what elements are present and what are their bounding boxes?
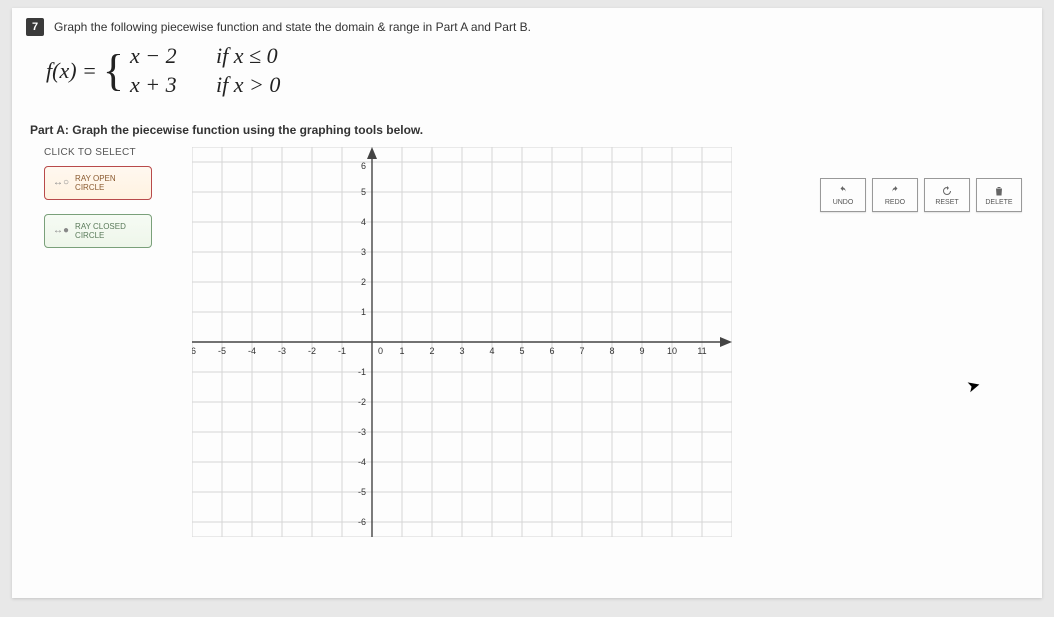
delete-label: DELETE: [985, 199, 1012, 206]
graph-container: -6 -5 -4 -3 -2 -1 0 1 2 3 4 5 6 7 8 9 10: [192, 147, 732, 542]
svg-text:-6: -6: [192, 346, 196, 356]
undo-label: UNDO: [833, 199, 854, 206]
trash-icon: [993, 185, 1005, 197]
svg-text:1: 1: [399, 346, 404, 356]
redo-button[interactable]: REDO: [872, 178, 918, 212]
redo-label: REDO: [885, 199, 905, 206]
svg-text:0: 0: [378, 346, 383, 356]
ray-closed-icon: ↔●: [53, 225, 69, 237]
x-tick-labels: -6 -5 -4 -3 -2 -1 0 1 2 3 4 5 6 7 8 9 10: [192, 346, 707, 356]
svg-text:-2: -2: [308, 346, 316, 356]
part-a-label: Part A: Graph the piecewise function usi…: [30, 123, 1028, 137]
svg-text:-1: -1: [338, 346, 346, 356]
svg-text:11: 11: [697, 346, 706, 356]
svg-text:2: 2: [361, 277, 366, 287]
svg-text:-5: -5: [218, 346, 226, 356]
svg-text:7: 7: [579, 346, 584, 356]
svg-text:5: 5: [519, 346, 524, 356]
ray-closed-label: RAY CLOSED CIRCLE: [75, 222, 143, 241]
formula-lhs: f(x) =: [46, 58, 97, 84]
svg-text:1: 1: [361, 307, 366, 317]
undo-icon: [837, 185, 849, 197]
svg-text:9: 9: [639, 346, 644, 356]
ray-open-label: RAY OPEN CIRCLE: [75, 174, 143, 193]
brace-icon: {: [103, 51, 124, 91]
svg-text:8: 8: [609, 346, 614, 356]
question-page: 7 Graph the following piecewise function…: [12, 8, 1042, 598]
question-number-badge: 7: [26, 18, 44, 36]
svg-text:-1: -1: [358, 367, 366, 377]
reset-button[interactable]: RESET: [924, 178, 970, 212]
svg-text:5: 5: [361, 187, 366, 197]
svg-text:-4: -4: [248, 346, 256, 356]
palette-title: CLICK TO SELECT: [44, 147, 174, 158]
svg-text:3: 3: [361, 247, 366, 257]
delete-button[interactable]: DELETE: [976, 178, 1022, 212]
reset-icon: [941, 185, 953, 197]
svg-text:3: 3: [459, 346, 464, 356]
tool-palette: CLICK TO SELECT ↔○ RAY OPEN CIRCLE ↔● RA…: [44, 147, 174, 542]
question-header: 7 Graph the following piecewise function…: [26, 18, 1028, 36]
piecewise-formula: f(x) = { x − 2 if x ≤ 0 x + 3 if x > 0: [46, 42, 1008, 99]
undo-button[interactable]: UNDO: [820, 178, 866, 212]
case2-cond: if x > 0: [216, 71, 280, 100]
svg-text:6: 6: [549, 346, 554, 356]
coordinate-grid[interactable]: -6 -5 -4 -3 -2 -1 0 1 2 3 4 5 6 7 8 9 10: [192, 147, 732, 537]
ray-open-icon: ↔○: [53, 177, 69, 189]
svg-text:4: 4: [489, 346, 494, 356]
svg-text:-3: -3: [358, 427, 366, 437]
ray-open-circle-tool[interactable]: ↔○ RAY OPEN CIRCLE: [44, 166, 152, 200]
case1-cond: if x ≤ 0: [216, 42, 278, 71]
svg-text:-6: -6: [358, 517, 366, 527]
case2-expr: x + 3: [130, 71, 198, 100]
svg-text:6: 6: [361, 161, 366, 171]
svg-text:10: 10: [667, 346, 677, 356]
action-toolbar: UNDO REDO RESET DELETE: [820, 178, 1022, 212]
svg-text:-5: -5: [358, 487, 366, 497]
y-tick-labels: 1 2 3 4 5 6 -1 -2 -3 -4 -5 -6: [358, 161, 366, 527]
reset-label: RESET: [935, 199, 958, 206]
case1-expr: x − 2: [130, 42, 198, 71]
question-prompt: Graph the following piecewise function a…: [54, 18, 531, 36]
svg-text:-3: -3: [278, 346, 286, 356]
svg-text:2: 2: [429, 346, 434, 356]
svg-text:-4: -4: [358, 457, 366, 467]
redo-icon: [889, 185, 901, 197]
ray-closed-circle-tool[interactable]: ↔● RAY CLOSED CIRCLE: [44, 214, 152, 248]
svg-text:-2: -2: [358, 397, 366, 407]
svg-text:4: 4: [361, 217, 366, 227]
